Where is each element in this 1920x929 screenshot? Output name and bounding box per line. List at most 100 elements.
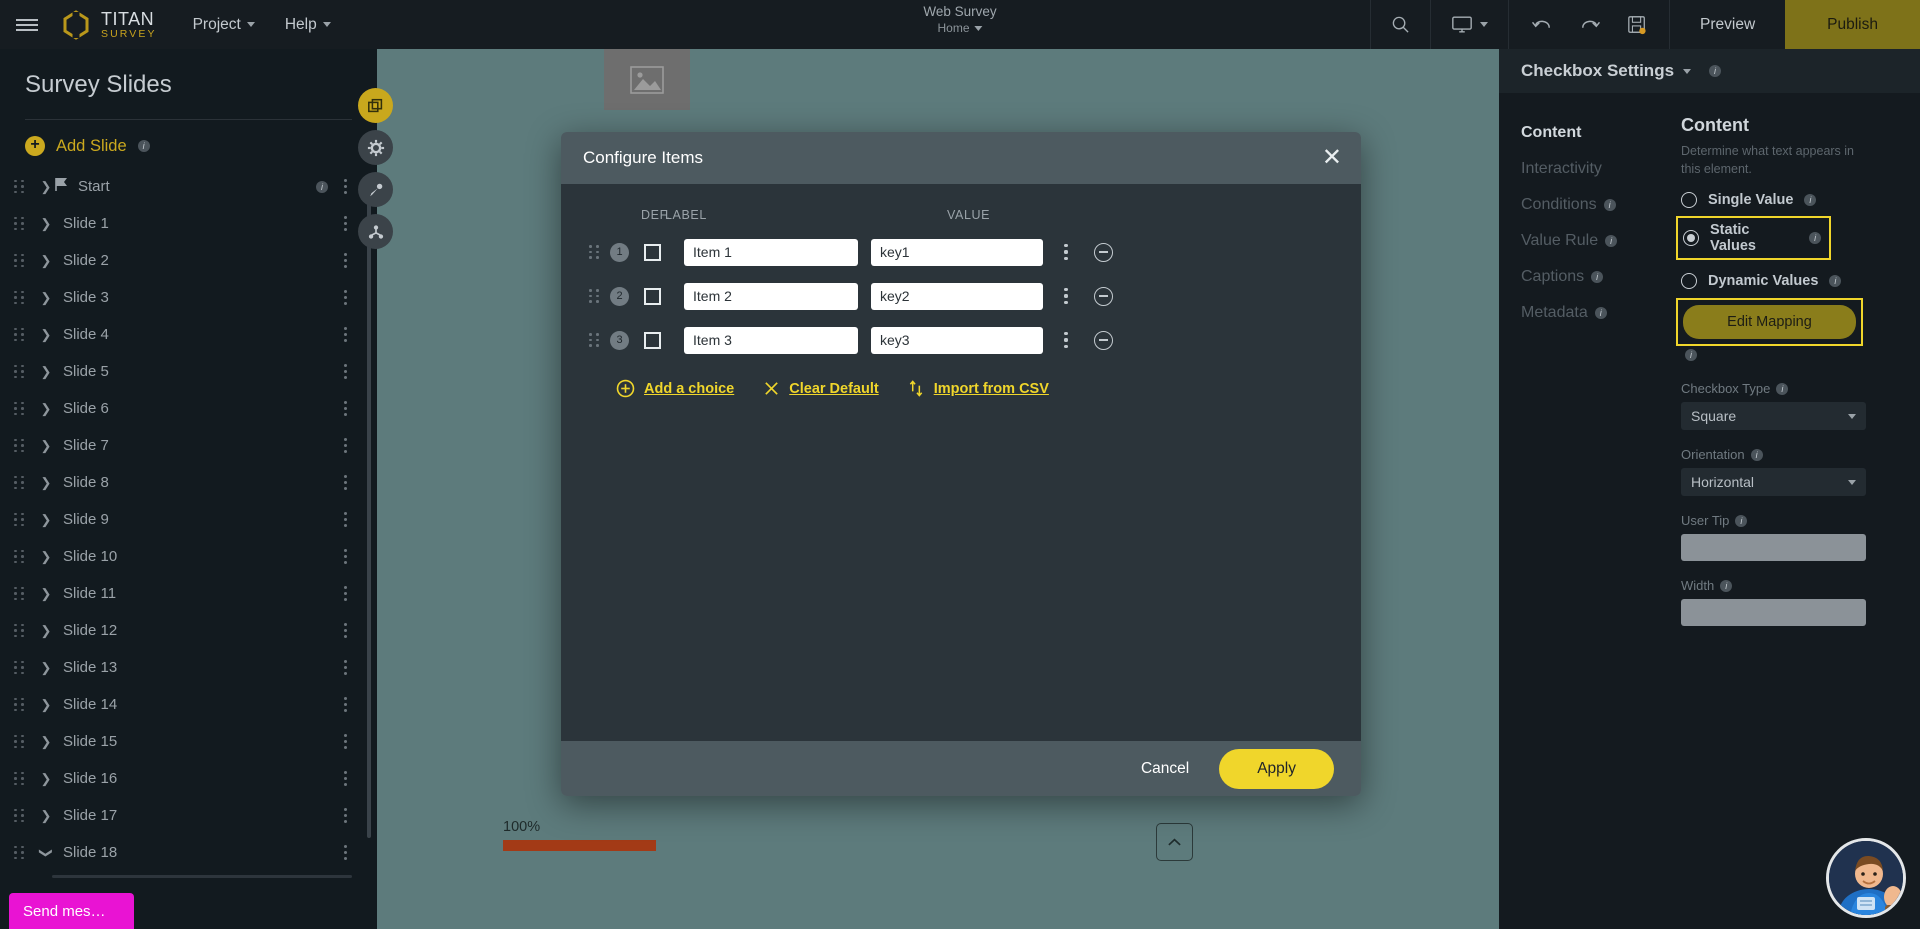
- info-icon[interactable]: i: [1804, 194, 1817, 207]
- slide-row[interactable]: ❯ Slide 9: [0, 501, 377, 538]
- item-label-input[interactable]: [684, 238, 858, 266]
- redo-button[interactable]: [1579, 16, 1601, 34]
- user-tip-input[interactable]: [1681, 534, 1866, 562]
- slide-row[interactable]: ❯ Slide 1: [0, 205, 377, 242]
- edit-mapping-button[interactable]: Edit Mapping: [1683, 305, 1856, 340]
- radio-dynamic-values[interactable]: Dynamic Values i: [1681, 273, 1898, 290]
- row-menu-icon[interactable]: [1058, 331, 1074, 349]
- width-input[interactable]: [1681, 599, 1866, 627]
- slide-row[interactable]: ❯ Slide 11: [0, 575, 377, 612]
- nav-item-help[interactable]: Help: [285, 16, 331, 34]
- drag-handle-icon[interactable]: [14, 327, 30, 342]
- menu-icon[interactable]: [0, 16, 54, 34]
- slide-menu-icon[interactable]: [338, 697, 352, 712]
- remove-row-button[interactable]: [1094, 330, 1113, 350]
- preview-button[interactable]: Preview: [1669, 0, 1785, 49]
- drag-handle-icon[interactable]: [14, 512, 30, 527]
- chevron-right-icon[interactable]: ❯: [38, 290, 54, 306]
- row-menu-icon[interactable]: [1058, 287, 1074, 305]
- drag-handle-icon[interactable]: [14, 660, 30, 675]
- import-csv-button[interactable]: Import from CSV: [908, 379, 1049, 398]
- remove-row-button[interactable]: [1094, 286, 1113, 306]
- sidebar-scrollbar[interactable]: [367, 198, 371, 838]
- info-icon[interactable]: i: [1809, 232, 1821, 245]
- remove-row-button[interactable]: [1094, 242, 1113, 262]
- slide-row[interactable]: ❯ Slide 6: [0, 390, 377, 427]
- chevron-down-icon[interactable]: [1683, 68, 1692, 74]
- slide-menu-icon[interactable]: [338, 845, 352, 860]
- slide-menu-icon[interactable]: [338, 253, 352, 268]
- orientation-select[interactable]: Horizontal: [1681, 468, 1866, 497]
- default-checkbox[interactable]: [644, 287, 661, 305]
- chevron-right-icon[interactable]: ❯: [38, 771, 54, 787]
- settings-tab-conditions[interactable]: Conditions i: [1499, 187, 1659, 223]
- publish-button[interactable]: Publish: [1785, 0, 1920, 49]
- row-drag-handle-icon[interactable]: [589, 333, 603, 347]
- row-drag-handle-icon[interactable]: [589, 289, 603, 303]
- info-icon[interactable]: i: [1829, 275, 1842, 288]
- slide-row[interactable]: ❯ Slide 15: [0, 723, 377, 760]
- item-value-input[interactable]: [871, 282, 1043, 310]
- chevron-right-icon[interactable]: ❯: [38, 253, 54, 269]
- save-button[interactable]: [1627, 15, 1647, 35]
- add-slide-button[interactable]: + Add Slide i: [0, 120, 377, 162]
- slide-row[interactable]: ❯ Slide 2: [0, 242, 377, 279]
- breadcrumb-home[interactable]: Home: [923, 21, 996, 35]
- slide-menu-icon[interactable]: [338, 549, 352, 564]
- drag-handle-icon[interactable]: [14, 216, 30, 231]
- drag-handle-icon[interactable]: [14, 623, 30, 638]
- drag-handle-icon[interactable]: [14, 253, 30, 268]
- chevron-right-icon[interactable]: ❯: [38, 364, 54, 380]
- nav-item-project[interactable]: Project: [193, 16, 255, 34]
- chevron-right-icon[interactable]: ❯: [38, 327, 54, 343]
- slide-menu-icon[interactable]: [338, 179, 352, 194]
- checkbox-type-select[interactable]: Square: [1681, 402, 1866, 431]
- chevron-right-icon[interactable]: ❯: [38, 660, 54, 676]
- chevron-right-icon[interactable]: ❯: [38, 475, 54, 491]
- row-drag-handle-icon[interactable]: [589, 245, 603, 259]
- item-value-input[interactable]: [871, 326, 1043, 354]
- slide-row[interactable]: ❯ Slide 17: [0, 797, 377, 834]
- slide-row[interactable]: ❯ Slide 3: [0, 279, 377, 316]
- settings-tab-captions[interactable]: Captions i: [1499, 259, 1659, 295]
- settings-tab-interactivity[interactable]: Interactivity: [1499, 151, 1659, 187]
- drag-handle-icon[interactable]: [14, 290, 30, 305]
- item-label-input[interactable]: [684, 282, 858, 310]
- chevron-right-icon[interactable]: ❯: [38, 734, 54, 750]
- slide-menu-icon[interactable]: [338, 586, 352, 601]
- search-button[interactable]: [1370, 0, 1430, 49]
- slide-menu-icon[interactable]: [338, 771, 352, 786]
- default-checkbox[interactable]: [644, 243, 661, 261]
- slide-menu-icon[interactable]: [338, 475, 352, 490]
- settings-tab-metadata[interactable]: Metadata i: [1499, 295, 1659, 331]
- info-icon[interactable]: i: [137, 140, 150, 152]
- drag-handle-icon[interactable]: [14, 364, 30, 379]
- item-label-input[interactable]: [684, 326, 858, 354]
- default-checkbox[interactable]: [644, 331, 661, 349]
- apply-button[interactable]: Apply: [1219, 748, 1334, 789]
- chevron-right-icon[interactable]: ❯: [38, 623, 54, 639]
- info-icon[interactable]: i: [1603, 199, 1616, 211]
- drag-handle-icon[interactable]: [14, 438, 30, 453]
- drag-handle-icon[interactable]: [14, 734, 30, 749]
- slide-menu-icon[interactable]: [338, 512, 352, 527]
- send-message-button[interactable]: Send mes…: [9, 893, 134, 929]
- close-icon[interactable]: ✕: [1322, 146, 1342, 170]
- slide-row[interactable]: ❯ Slide 7: [0, 427, 377, 464]
- info-icon[interactable]: i: [1750, 448, 1763, 461]
- radio-single-value[interactable]: Single Value i: [1681, 192, 1898, 209]
- info-icon[interactable]: i: [1605, 235, 1618, 247]
- chevron-right-icon[interactable]: ❯: [38, 697, 54, 713]
- slide-row[interactable]: ❯ Slide 12: [0, 612, 377, 649]
- chevron-right-icon[interactable]: ❯: [38, 549, 54, 565]
- slide-menu-icon[interactable]: [338, 623, 352, 638]
- drag-handle-icon[interactable]: [14, 179, 30, 194]
- undo-button[interactable]: [1531, 16, 1553, 34]
- settings-panel-header[interactable]: Checkbox Settings i: [1499, 49, 1920, 93]
- info-icon[interactable]: i: [1776, 382, 1789, 395]
- slide-row[interactable]: ❯ Slide 4: [0, 316, 377, 353]
- info-icon[interactable]: i: [316, 180, 328, 193]
- slide-menu-icon[interactable]: [338, 364, 352, 379]
- chevron-right-icon[interactable]: ❯: [38, 808, 54, 824]
- slide-row[interactable]: ❯ Slide 5: [0, 353, 377, 390]
